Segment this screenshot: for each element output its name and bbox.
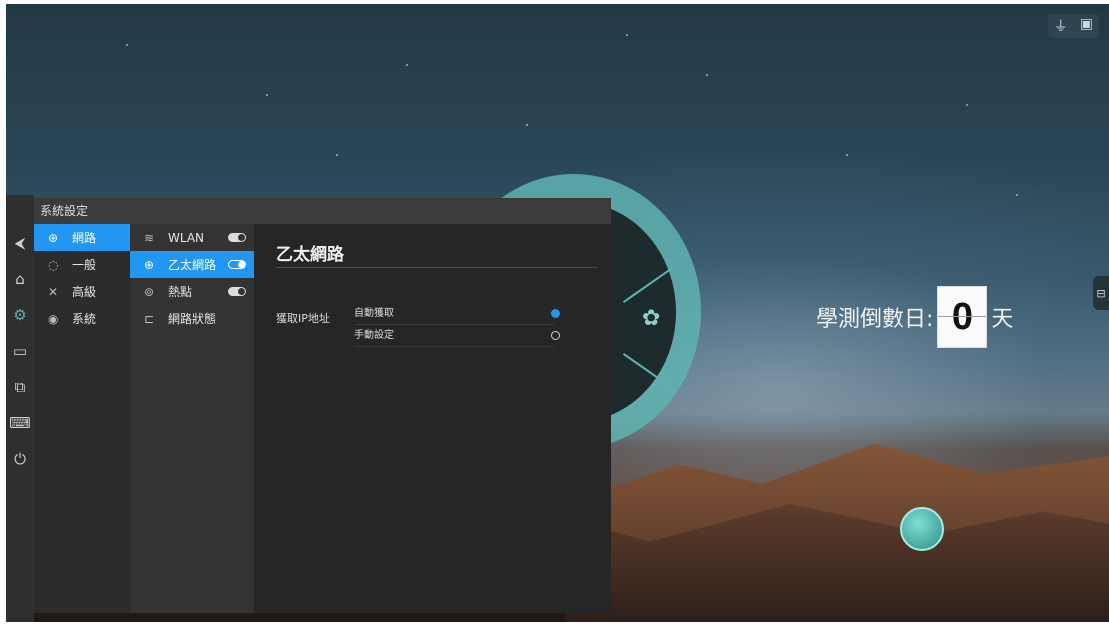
star (336, 154, 338, 156)
wlan-toggle[interactable] (228, 233, 246, 242)
circle-icon: ◉ (48, 311, 59, 326)
subnav-item-label: WLAN (168, 230, 205, 245)
apps-icon[interactable]: ✿ (642, 306, 660, 331)
left-toolbar: ⮜ ⌂ ⚙ ▭ ⧉ ⌨ ⏻ (6, 195, 34, 622)
globe-icon: ⊕ (48, 230, 59, 245)
subnav-item-ethernet[interactable]: ⊕ 乙太網路 (130, 251, 254, 278)
star (406, 64, 408, 66)
keyboard-icon[interactable]: ⌨ (6, 405, 34, 441)
nav-item-advanced[interactable]: ✕ 高級 (34, 278, 130, 305)
ip-mode-label: 獲取IP地址 (276, 312, 330, 325)
panel-icon: ⊟ (1096, 286, 1106, 300)
panel-title: 乙太網路 (276, 245, 344, 265)
nav-item-general[interactable]: ◌ 一般 (34, 251, 130, 278)
gear-icon[interactable]: ⚙ (6, 297, 34, 333)
star (526, 124, 528, 126)
star (966, 104, 968, 106)
folder-icon[interactable]: ▭ (6, 333, 34, 369)
nav-item-label: 系統 (72, 312, 97, 326)
option-label: 自動獲取 (354, 308, 394, 319)
power-icon[interactable]: ⏻ (6, 441, 34, 477)
status-icon: ⊏ (144, 311, 155, 326)
subnav-item-wlan[interactable]: ≋ WLAN (130, 224, 254, 251)
network-subnav: ≋ WLAN ⊕ 乙太網路 ⊚ 熱點 ⊏ 網路狀態 (130, 224, 254, 613)
globe-icon: ⊕ (144, 257, 155, 272)
subnav-item-network-status[interactable]: ⊏ 網路狀態 (130, 305, 254, 332)
home-icon[interactable]: ⌂ (6, 261, 34, 297)
settings-window: 系統設定 ⊕ 網路 ◌ 一般 ✕ 高級 ◉ 系統 ≋ WLAN ⊕ 乙太網路 ⊚… (34, 198, 611, 613)
radio-manual[interactable] (551, 331, 560, 340)
star (706, 74, 708, 76)
status-tray: ⏚ ▣ (1047, 14, 1099, 38)
side-panel-tab[interactable]: ⊟ (1093, 276, 1109, 310)
ip-option-auto[interactable]: 自動獲取 (354, 304, 560, 325)
display-icon[interactable]: ▣ (1080, 16, 1093, 36)
star (626, 34, 628, 36)
subnav-item-hotspot[interactable]: ⊚ 熱點 (130, 278, 254, 305)
nav-item-label: 一般 (72, 258, 97, 272)
star (1016, 194, 1018, 196)
floating-action-button[interactable] (900, 507, 944, 551)
palette-icon: ◌ (48, 257, 59, 272)
star (266, 94, 268, 96)
ip-option-manual[interactable]: 手動設定 (354, 326, 560, 347)
option-label: 手動設定 (354, 330, 394, 341)
nav-item-network[interactable]: ⊕ 網路 (34, 224, 130, 251)
star (846, 154, 848, 156)
back-icon[interactable]: ⮜ (6, 225, 34, 261)
nav-item-label: 高級 (72, 285, 97, 299)
window-title: 系統設定 (34, 198, 611, 224)
hotspot-toggle[interactable] (228, 287, 246, 296)
nav-item-label: 網路 (72, 231, 97, 245)
countdown-label: 學測倒數日: (816, 307, 934, 332)
usb-icon[interactable]: ⏚ (1054, 16, 1068, 36)
nav-item-system[interactable]: ◉ 系統 (34, 305, 130, 332)
subnav-item-label: 網路狀態 (168, 312, 217, 326)
wifi-icon: ≋ (144, 230, 155, 245)
subnav-item-label: 熱點 (168, 285, 193, 299)
countdown-unit: 天 (991, 307, 1014, 332)
radio-auto[interactable] (551, 309, 560, 318)
tools-icon: ✕ (48, 284, 59, 299)
settings-nav: ⊕ 網路 ◌ 一般 ✕ 高級 ◉ 系統 (34, 224, 130, 613)
divider (276, 267, 598, 268)
subnav-item-label: 乙太網路 (168, 258, 217, 272)
exam-countdown: 學測倒數日: 0 天 (816, 286, 1013, 348)
star (126, 44, 128, 46)
ethernet-toggle[interactable] (228, 260, 246, 269)
screen-icon[interactable]: ⧉ (6, 369, 34, 405)
ethernet-panel: 乙太網路 獲取IP地址 自動獲取 手動設定 (254, 224, 611, 613)
countdown-flip-card: 0 (937, 286, 988, 348)
hotspot-icon: ⊚ (144, 284, 155, 299)
